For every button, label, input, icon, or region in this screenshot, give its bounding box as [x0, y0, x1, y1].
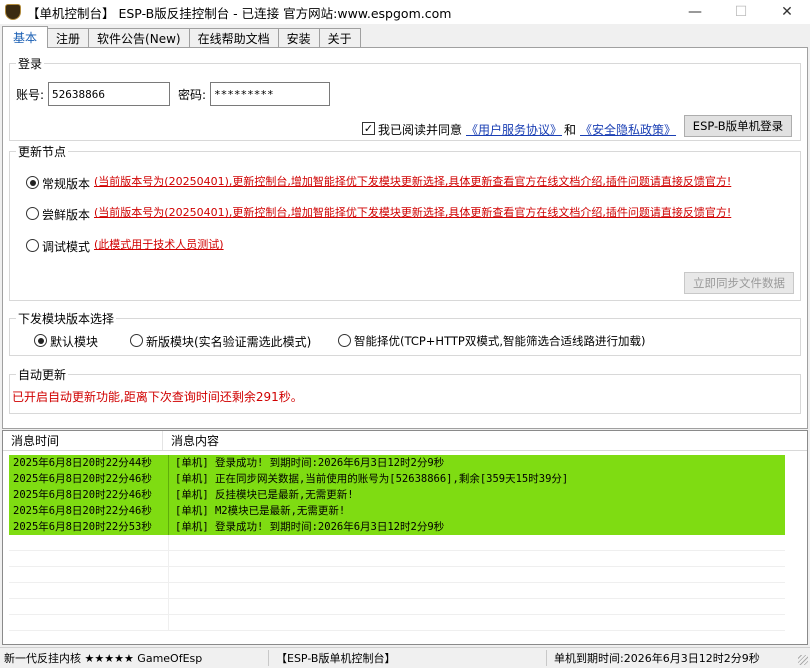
login-group: 登录 账号: 52638866 密码: ********* ✓ 我已阅读并同意 … [9, 55, 801, 141]
default-module-label: 默认模块 [50, 335, 99, 349]
regular-version-label: 常规版本 [42, 177, 91, 191]
message-log[interactable]: 消息时间 消息内容 2025年6月8日20时22分44秒 [单机] 登录成功! … [2, 430, 808, 645]
log-rows: 2025年6月8日20时22分44秒 [单机] 登录成功! 到期时间:2026年… [9, 455, 785, 631]
debug-mode-label: 调试模式 [42, 240, 91, 254]
log-time: 2025年6月8日20时22分46秒 [9, 503, 169, 519]
radio-default-module[interactable] [34, 334, 47, 347]
login-group-title: 登录 [16, 55, 45, 72]
log-row[interactable]: 2025年6月8日20时22分44秒 [单机] 登录成功! 到期时间:2026年… [9, 455, 785, 471]
tab-announcement[interactable]: 软件公告(New) [88, 28, 190, 48]
log-row[interactable]: 2025年6月8日20时22分53秒 [单机] 登录成功! 到期时间:2026年… [9, 519, 785, 535]
new-module-label: 新版模块(实名验证需选此模式) [146, 335, 312, 349]
tab-panel-basic: 登录 账号: 52638866 密码: ********* ✓ 我已阅读并同意 … [2, 47, 808, 429]
status-console: 【ESP-B版单机控制台】 [276, 652, 396, 665]
minimize-button[interactable]: — [672, 0, 718, 24]
login-button[interactable]: ESP-B版单机登录 [684, 115, 792, 137]
auto-update-message: 已开启自动更新功能,距离下次查询时间还剩余291秒。 [12, 390, 303, 404]
sync-files-button[interactable]: 立即同步文件数据 [684, 272, 794, 294]
password-label: 密码: [178, 88, 207, 102]
auto-update-group-title: 自动更新 [16, 366, 69, 383]
tab-basic[interactable]: 基本 [2, 26, 49, 48]
log-content: [单机] 登录成功! 到期时间:2026年6月3日12时2分9秒 [175, 521, 445, 533]
log-time: 2025年6月8日20时22分46秒 [9, 487, 169, 503]
log-row-empty [9, 583, 785, 599]
close-button[interactable]: ✕ [764, 0, 810, 24]
log-row[interactable]: 2025年6月8日20时22分46秒 [单机] 正在同步网关数据,当前使用的账号… [9, 471, 785, 487]
radio-debug-mode[interactable] [26, 239, 39, 252]
smart-select-label: 智能择优(TCP+HTTP双模式,智能筛选合适线路进行加载) [354, 334, 646, 348]
debug-mode-note[interactable]: (此模式用于技术人员测试) [94, 236, 224, 252]
module-select-group: 下发模块版本选择 默认模块 新版模块(实名验证需选此模式) 智能择优(TCP+H… [9, 310, 801, 356]
account-field[interactable]: 52638866 [48, 82, 170, 106]
log-time: 2025年6月8日20时22分46秒 [9, 471, 169, 487]
log-row-empty [9, 615, 785, 631]
radio-regular-version[interactable] [26, 176, 39, 189]
status-expiry: 单机到期时间:2026年6月3日12时2分9秒 [554, 652, 760, 665]
log-header: 消息时间 消息内容 [3, 431, 807, 451]
update-node-group: 更新节点 常规版本 (当前版本号为(20250401),更新控制台,增加智能择优… [9, 143, 801, 301]
app-shield-icon [5, 4, 21, 20]
update-node-group-title: 更新节点 [16, 143, 69, 160]
and-text: 和 [564, 123, 577, 137]
tab-online-help[interactable]: 在线帮助文档 [188, 28, 279, 48]
tab-install[interactable]: 安装 [277, 28, 320, 48]
title-bar: 【单机控制台】 ESP-B版反挂控制台 - 已连接 官方网站:www.espgo… [0, 0, 810, 24]
log-row-empty [9, 599, 785, 615]
log-content: [单机] 登录成功! 到期时间:2026年6月3日12时2分9秒 [175, 457, 445, 469]
radio-new-module[interactable] [130, 334, 143, 347]
log-time: 2025年6月8日20时22分44秒 [9, 455, 169, 471]
log-time: 2025年6月8日20时22分53秒 [9, 519, 169, 535]
tab-about[interactable]: 关于 [318, 28, 361, 48]
account-label: 账号: [16, 88, 45, 102]
module-select-group-title: 下发模块版本选择 [16, 310, 117, 327]
status-divider [546, 650, 547, 666]
status-bar: 新一代反挂内核 ★★★★★ GameOfEsp 【ESP-B版单机控制台】 单机… [0, 647, 810, 667]
log-content: [单机] 反挂模块已是最新,无需更新! [175, 489, 354, 501]
column-header-time[interactable]: 消息时间 [3, 431, 163, 450]
resize-grip[interactable] [798, 655, 808, 665]
terms-link[interactable]: 《用户服务协议》 [466, 121, 562, 138]
agree-checkbox[interactable]: ✓ [362, 122, 375, 135]
log-row[interactable]: 2025年6月8日20时22分46秒 [单机] M2模块已是最新,无需更新! [9, 503, 785, 519]
status-divider [268, 650, 269, 666]
radio-smart-select[interactable] [338, 334, 351, 347]
window-title: 【单机控制台】 ESP-B版反挂控制台 - 已连接 官方网站:www.espgo… [27, 5, 452, 21]
status-kernel: 新一代反挂内核 ★★★★★ GameOfEsp [4, 652, 203, 665]
maximize-button[interactable]: ☐ [718, 0, 764, 24]
beta-version-note[interactable]: (当前版本号为(20250401),更新控制台,增加智能择优下发模块更新选择,具… [94, 204, 796, 220]
log-row[interactable]: 2025年6月8日20时22分46秒 [单机] 反挂模块已是最新,无需更新! [9, 487, 785, 503]
password-field[interactable]: ********* [210, 82, 330, 106]
agree-text: 我已阅读并同意 [378, 123, 463, 137]
log-content: [单机] 正在同步网关数据,当前使用的账号为[52638866],剩余[359天… [175, 473, 569, 485]
privacy-link[interactable]: 《安全隐私政策》 [580, 121, 676, 138]
tab-register[interactable]: 注册 [47, 28, 90, 48]
regular-version-note[interactable]: (当前版本号为(20250401),更新控制台,增加智能择优下发模块更新选择,具… [94, 173, 796, 189]
log-row-empty [9, 567, 785, 583]
log-row-empty [9, 551, 785, 567]
column-header-content[interactable]: 消息内容 [163, 431, 219, 450]
auto-update-group: 自动更新 已开启自动更新功能,距离下次查询时间还剩余291秒。 [9, 366, 801, 414]
radio-beta-version[interactable] [26, 207, 39, 220]
log-row-empty [9, 535, 785, 551]
log-content: [单机] M2模块已是最新,无需更新! [175, 505, 346, 517]
beta-version-label: 尝鲜版本 [42, 208, 91, 222]
tab-strip: 基本 注册 软件公告(New) 在线帮助文档 安装 关于 [2, 26, 361, 48]
